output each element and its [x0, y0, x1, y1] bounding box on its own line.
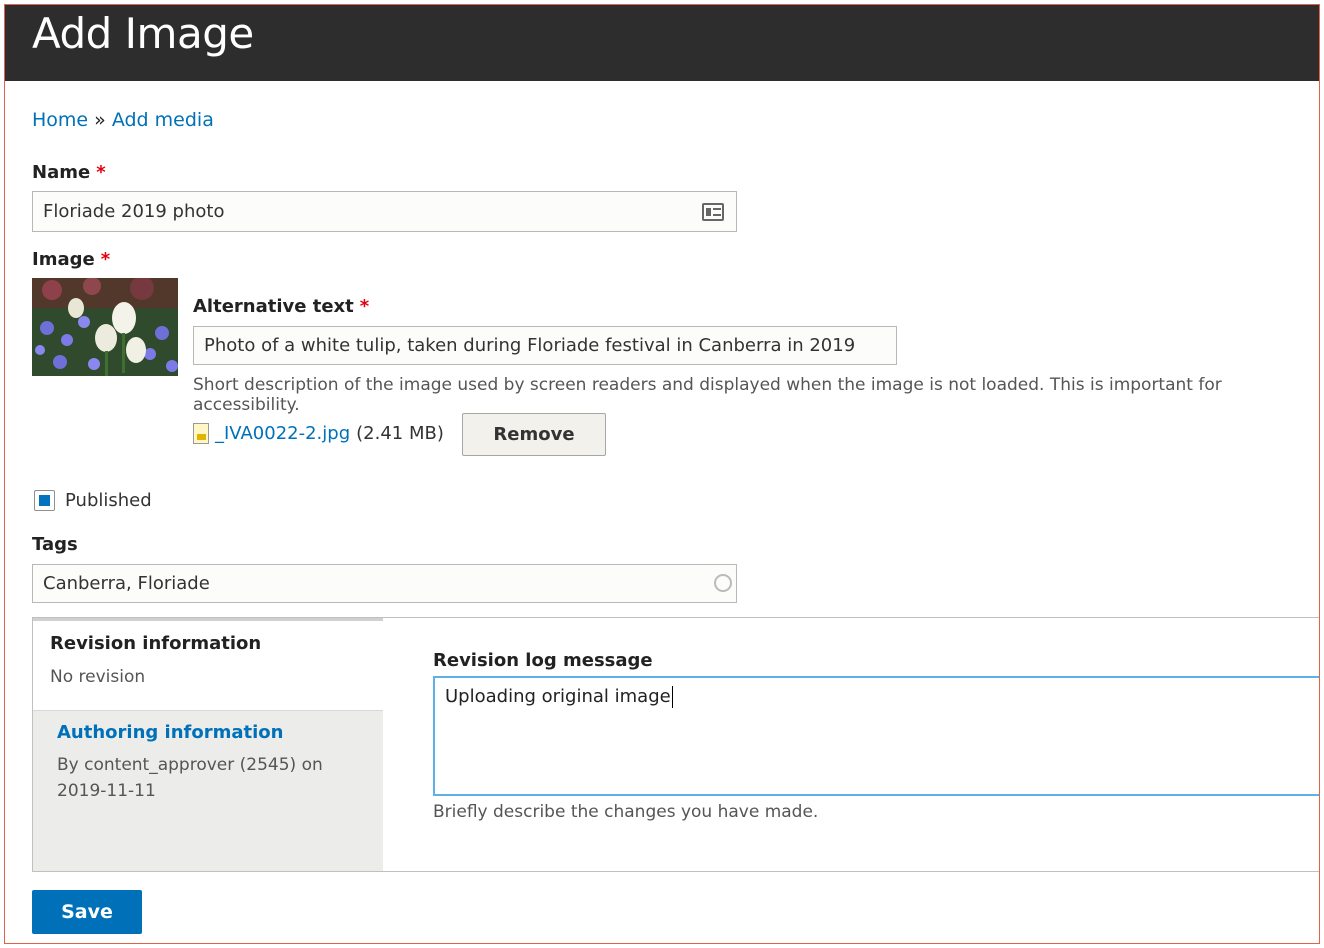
file-size: (2.41 MB): [356, 423, 444, 444]
tab-authoring-summary: By content_approver (2545) on 2019-11-11: [57, 755, 323, 801]
tab-authoring-title: Authoring information: [57, 722, 284, 743]
page-frame: Add Image Home » Add media Name * Floriad…: [4, 4, 1320, 944]
tab-revision-summary: No revision: [50, 667, 146, 687]
revision-log-value: Uploading original image: [445, 686, 671, 707]
image-label: Image *: [32, 249, 110, 270]
vertical-tabs: Revision information No revision Authori…: [32, 617, 1319, 872]
page-title: Add Image: [32, 9, 254, 58]
image-label-text: Image: [32, 249, 95, 270]
breadcrumb: Home » Add media: [32, 109, 214, 131]
alt-text-input[interactable]: Photo of a white tulip, taken during Flo…: [193, 326, 897, 365]
tags-label: Tags: [32, 534, 78, 555]
tags-value: Canberra, Floriade: [43, 573, 210, 594]
required-marker: *: [96, 162, 106, 183]
save-button[interactable]: Save: [32, 890, 142, 934]
alt-text-description: Short description of the image used by s…: [193, 375, 1222, 415]
tulip-photo: [32, 278, 178, 376]
name-input[interactable]: Floriade 2019 photo: [32, 191, 737, 232]
alt-text-label-text: Alternative text: [193, 296, 354, 317]
name-label: Name *: [32, 162, 106, 183]
text-caret: [671, 686, 673, 708]
tab-authoring-information[interactable]: Authoring information By content_approve…: [33, 710, 383, 871]
revision-log-textarea[interactable]: Uploading original image: [433, 676, 1319, 796]
vertical-tabs-menu: Revision information No revision Authori…: [33, 618, 383, 871]
remove-button[interactable]: Remove: [462, 413, 606, 456]
published-label: Published: [65, 490, 152, 511]
page-header: Add Image: [5, 5, 1319, 81]
tab-revision-information[interactable]: Revision information No revision: [33, 618, 383, 710]
required-marker: *: [100, 249, 111, 270]
name-input-value: Floriade 2019 photo: [43, 201, 225, 222]
revision-log-description: Briefly describe the changes you have ma…: [433, 802, 819, 822]
contact-card-icon: [702, 203, 724, 221]
breadcrumb-add-media-link[interactable]: Add media: [112, 109, 214, 131]
tags-input[interactable]: Canberra, Floriade: [32, 564, 737, 603]
image-file-icon: [193, 423, 209, 444]
alt-text-value: Photo of a white tulip, taken during Flo…: [204, 335, 856, 356]
alt-text-label: Alternative text *: [193, 296, 369, 317]
file-link[interactable]: _IVA0022-2.jpg: [215, 423, 350, 444]
image-thumbnail: [32, 278, 178, 376]
tab-revision-title: Revision information: [50, 633, 262, 654]
published-checkbox[interactable]: [34, 490, 55, 511]
breadcrumb-home-link[interactable]: Home: [32, 109, 88, 131]
autocomplete-throbber-icon: [714, 574, 732, 592]
name-label-text: Name: [32, 162, 91, 183]
revision-log-label: Revision log message: [433, 650, 653, 671]
required-marker: *: [359, 296, 370, 317]
breadcrumb-separator: »: [94, 109, 106, 131]
file-info: _IVA0022-2.jpg (2.41 MB): [193, 423, 444, 444]
